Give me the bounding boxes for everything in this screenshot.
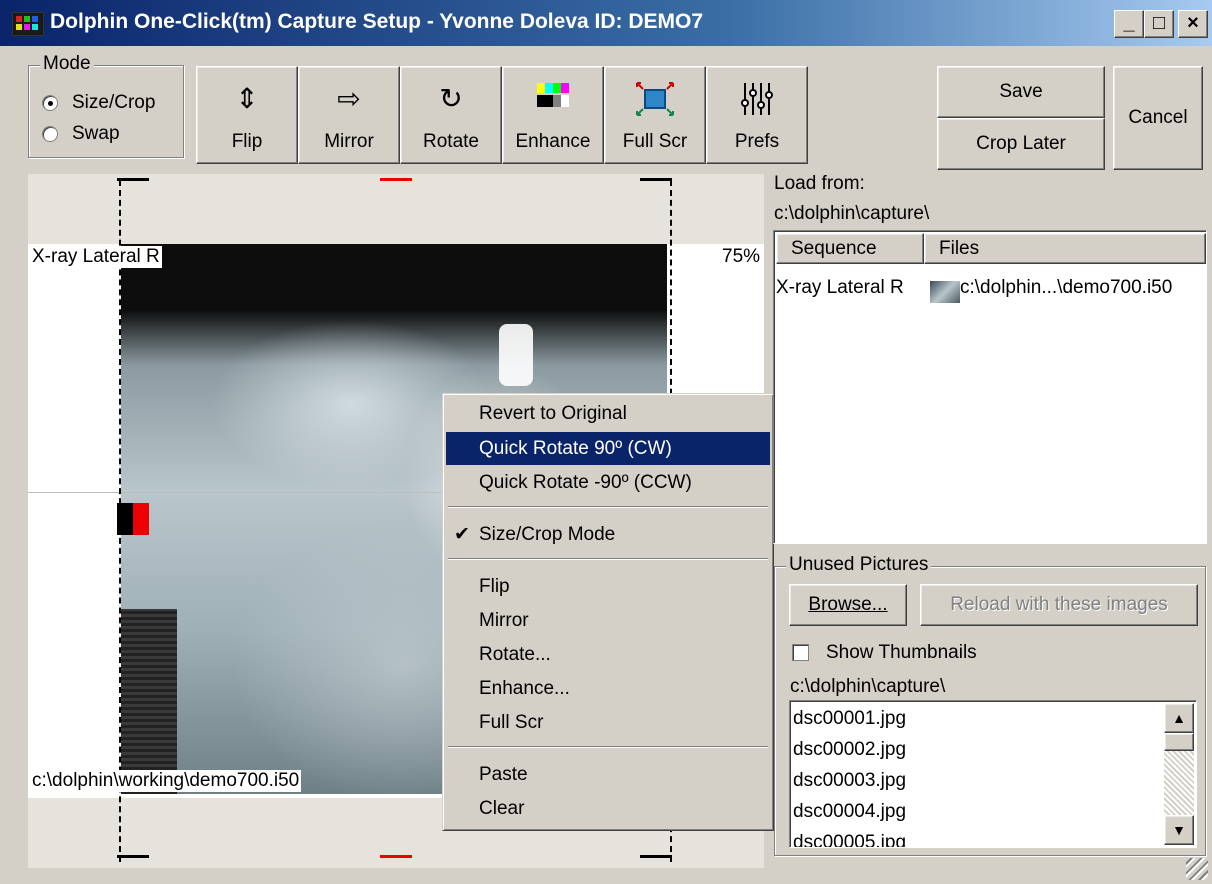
rotate-label: Rotate	[423, 131, 479, 152]
menu-item-quick-rotate-cw[interactable]: Quick Rotate 90º (CW)	[446, 432, 770, 465]
crop-handle-bottom-right[interactable]	[640, 855, 672, 858]
prefs-button[interactable]: Prefs	[706, 66, 808, 164]
checkbox-icon	[792, 644, 809, 661]
scroll-thumb[interactable]	[1164, 733, 1194, 751]
flip-label: Flip	[231, 131, 263, 152]
menu-item-mirror[interactable]: Mirror	[446, 604, 770, 637]
radio-icon	[42, 126, 58, 142]
enhance-button[interactable]: Enhance	[502, 66, 604, 164]
list-item[interactable]: dsc00003.jpg	[793, 765, 906, 796]
crop-later-button[interactable]: Crop Later	[937, 118, 1105, 170]
ruler-shape	[121, 609, 177, 794]
app-icon	[12, 12, 44, 36]
title-bar: Dolphin One-Click(tm) Capture Setup - Yv…	[0, 0, 1212, 46]
save-button[interactable]: Save	[937, 66, 1105, 118]
mode-option-swap[interactable]: Swap	[42, 123, 182, 149]
menu-item-quick-rotate-ccw[interactable]: Quick Rotate -90º (CCW)	[446, 466, 770, 499]
full-screen-button[interactable]: Full Scr	[604, 66, 706, 164]
menu-separator	[448, 558, 768, 560]
reload-label: Reload with these images	[950, 594, 1168, 615]
maximize-button[interactable]: □	[1144, 10, 1174, 38]
menu-item-full-scr[interactable]: Full Scr	[446, 706, 770, 739]
mirror-label: Mirror	[324, 131, 374, 152]
menu-separator	[448, 506, 768, 508]
column-header-sequence[interactable]: Sequence	[776, 233, 924, 264]
table-row[interactable]: X-ray Lateral R c:\dolphin...\demo700.i5…	[776, 277, 1206, 307]
list-item[interactable]: dsc00004.jpg	[793, 796, 906, 827]
enhance-label: Enhance	[515, 131, 591, 152]
mode-option-size-crop[interactable]: Size/Crop	[42, 92, 182, 118]
minimize-icon: _	[1123, 12, 1135, 34]
mirror-button[interactable]: ⇨ Mirror	[298, 66, 400, 164]
load-from-label: Load from:	[774, 173, 865, 194]
row-sequence: X-ray Lateral R	[776, 277, 904, 298]
scroll-up-icon[interactable]: ▲	[1164, 703, 1194, 733]
implant-shape	[499, 324, 533, 386]
browse-button[interactable]: Browse...	[789, 584, 907, 626]
show-thumbnails-label: Show Thumbnails	[826, 642, 977, 663]
reload-button[interactable]: Reload with these images	[920, 584, 1198, 626]
menu-item-paste[interactable]: Paste	[446, 758, 770, 791]
menu-separator	[448, 746, 768, 748]
column-header-files[interactable]: Files	[924, 233, 1206, 264]
arrow-right-icon: ⇨	[337, 83, 361, 114]
sliders-icon	[737, 81, 777, 117]
menu-item-clear[interactable]: Clear	[446, 792, 770, 825]
unused-pictures-label: Unused Pictures	[786, 554, 932, 576]
cancel-label: Cancel	[1128, 107, 1188, 128]
menu-item-size-crop-mode[interactable]: ✔ Size/Crop Mode	[446, 518, 770, 551]
browse-label: Browse...	[808, 594, 888, 615]
prefs-label: Prefs	[734, 131, 780, 152]
window-title: Dolphin One-Click(tm) Capture Setup - Yv…	[50, 10, 704, 33]
mode-label: Mode	[40, 53, 94, 75]
row-file: c:\dolphin...\demo700.i50	[960, 277, 1173, 298]
crop-handle-bottom-center[interactable]	[380, 855, 412, 858]
flip-icon: ⇕	[235, 83, 259, 114]
crop-handle-top-right[interactable]	[640, 178, 672, 181]
list-item[interactable]: dsc00002.jpg	[793, 734, 906, 765]
maximize-icon: □	[1152, 12, 1166, 34]
save-label: Save	[999, 81, 1043, 102]
crop-handle-mid-left-dark[interactable]	[117, 503, 133, 535]
checkmark-icon: ✔	[454, 524, 470, 545]
crop-handle-bottom-left[interactable]	[117, 855, 149, 858]
scroll-down-icon[interactable]: ▼	[1164, 815, 1194, 845]
minimize-button[interactable]: _	[1114, 10, 1144, 38]
color-palette-icon	[533, 81, 573, 117]
menu-item-enhance[interactable]: Enhance...	[446, 672, 770, 705]
radio-icon	[42, 95, 58, 111]
menu-item-revert[interactable]: Revert to Original	[446, 397, 770, 430]
crop-handle-top-center[interactable]	[380, 178, 412, 181]
close-icon: ×	[1187, 12, 1199, 34]
sequence-list[interactable]: Sequence Files X-ray Lateral R c:\dolphi…	[773, 230, 1207, 544]
fullscreen-icon	[635, 81, 675, 117]
xray-thumbnail-icon	[930, 281, 960, 303]
crop-handle-mid-left[interactable]	[133, 503, 149, 535]
rotate-button[interactable]: ↻ Rotate	[400, 66, 502, 164]
menu-item-flip[interactable]: Flip	[446, 570, 770, 603]
unused-path: c:\dolphin\capture\	[790, 676, 946, 697]
cancel-button[interactable]: Cancel	[1113, 66, 1203, 170]
crop-handle-top-left[interactable]	[117, 178, 149, 181]
image-path: c:\dolphin\working\demo700.i50	[30, 770, 302, 792]
image-caption: X-ray Lateral R	[30, 246, 162, 268]
show-thumbnails-checkbox[interactable]: Show Thumbnails	[790, 641, 1050, 667]
menu-item-rotate[interactable]: Rotate...	[446, 638, 770, 671]
resize-grip-icon[interactable]	[1186, 858, 1208, 880]
close-button[interactable]: ×	[1178, 10, 1208, 38]
full-screen-label: Full Scr	[622, 131, 688, 152]
context-menu: Revert to Original Quick Rotate 90º (CW)…	[442, 393, 774, 831]
scrollbar[interactable]: ▲ ▼	[1164, 703, 1194, 845]
list-item[interactable]: dsc00005.jpg	[793, 827, 906, 847]
rotate-icon: ↻	[439, 83, 463, 114]
unused-file-list[interactable]: dsc00001.jpg dsc00002.jpg dsc00003.jpg d…	[789, 700, 1197, 848]
mode-option-label: Swap	[72, 123, 120, 144]
list-item[interactable]: dsc00001.jpg	[793, 703, 906, 734]
mode-option-label: Size/Crop	[72, 92, 156, 113]
zoom-level: 75%	[722, 246, 761, 267]
crop-later-label: Crop Later	[976, 133, 1066, 154]
load-from-path: c:\dolphin\capture\	[774, 203, 930, 224]
flip-button[interactable]: ⇕ Flip	[196, 66, 298, 164]
